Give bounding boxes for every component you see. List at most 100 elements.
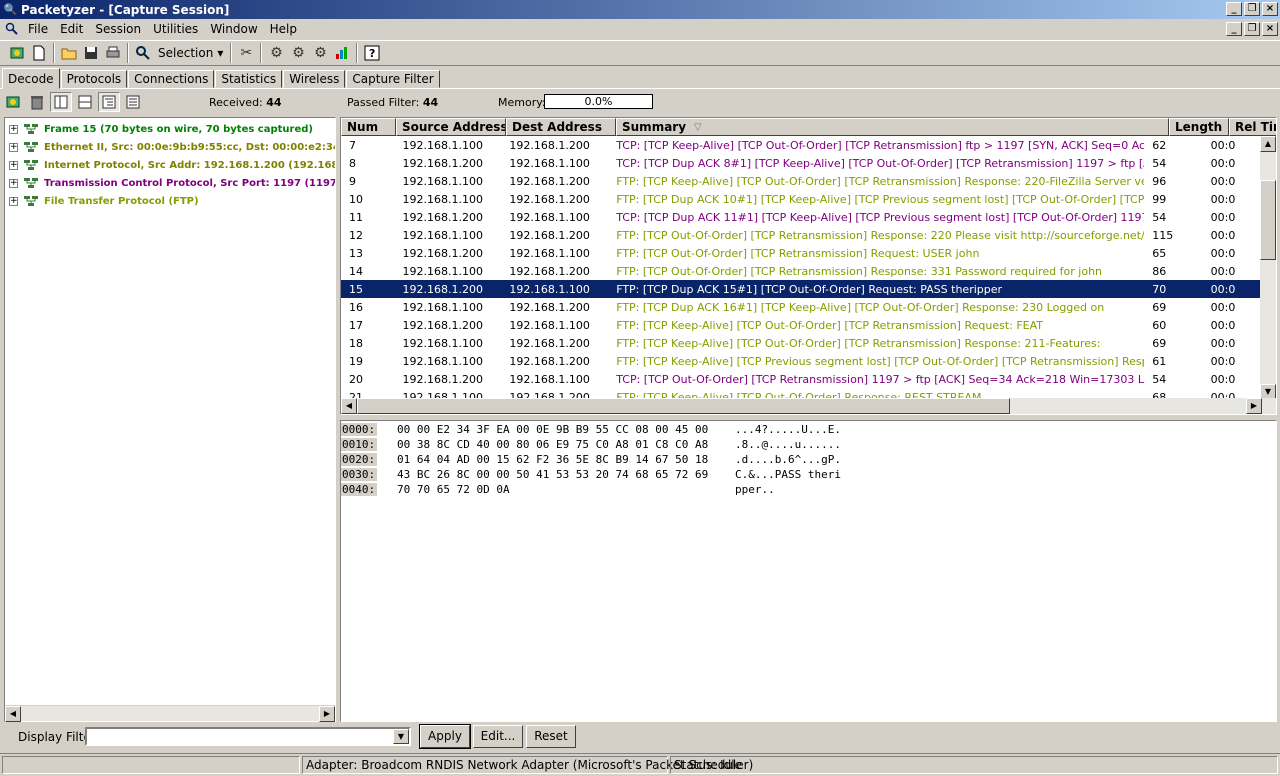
tree-view-icon[interactable] <box>98 92 120 112</box>
column-header-length[interactable]: Length <box>1169 118 1229 136</box>
scissors-icon[interactable]: ✂ <box>235 42 257 64</box>
packet-dest: 192.168.1.100 <box>509 372 590 386</box>
menu-session[interactable]: Session <box>89 22 147 36</box>
packet-list-vertical-scrollbar[interactable]: ▲ ▼ <box>1260 136 1276 400</box>
expand-icon[interactable]: + <box>9 196 18 206</box>
search-icon[interactable] <box>132 42 154 64</box>
tab-connections[interactable]: Connections <box>128 70 215 88</box>
menu-window[interactable]: Window <box>204 22 263 36</box>
column-header-dest[interactable]: Dest Address <box>506 118 616 136</box>
packet-row[interactable]: 14 192.168.1.100 192.168.1.200 FTP: [TCP Ou… <box>341 262 1261 280</box>
packet-row[interactable]: 8 192.168.1.200 192.168.1.100 TCP: [TCP Dup… <box>341 154 1261 172</box>
tree-node[interactable]: + Transmission Control Protocol, Src Port… <box>5 174 335 192</box>
menu-edit[interactable]: Edit <box>54 22 89 36</box>
new-capture-icon[interactable] <box>6 42 28 64</box>
packet-row[interactable]: 19 192.168.1.100 192.168.1.200 FTP: [TCP Ke… <box>341 352 1261 370</box>
apply-button[interactable]: Apply <box>419 724 471 749</box>
hex-row[interactable]: 0030: 43 BC 26 8C 00 00 50 41 53 53 20 74… <box>341 467 1276 482</box>
packet-row[interactable]: 7 192.168.1.100 192.168.1.200 TCP: [TCP Kee… <box>341 136 1261 154</box>
minimize-button[interactable]: _ <box>1226 2 1242 16</box>
hex-row[interactable]: 0000: 00 00 E2 34 3F EA 00 0E 9B B9 55 CC… <box>341 422 1276 437</box>
help-icon[interactable]: ? <box>361 42 383 64</box>
tree-node[interactable]: + Frame 15 (70 bytes on wire, 70 bytes ca… <box>5 120 335 138</box>
chart-icon[interactable] <box>331 42 353 64</box>
reset-button[interactable]: Reset <box>526 725 576 748</box>
start-capture-icon[interactable]: ⚙ <box>287 42 309 64</box>
packet-rel-time: 00:0 <box>1210 156 1236 170</box>
expand-icon[interactable]: + <box>9 142 18 152</box>
tree-horizontal-scrollbar[interactable]: ◀ ▶ <box>5 705 335 722</box>
scroll-right-icon[interactable]: ▶ <box>1246 398 1262 414</box>
display-filter-input[interactable]: ▼ <box>85 727 411 746</box>
column-header-source[interactable]: Source Address <box>396 118 506 136</box>
expand-icon[interactable]: + <box>9 124 18 134</box>
trash-icon[interactable] <box>26 92 48 112</box>
packet-num: 17 <box>349 318 363 332</box>
tab-statistics[interactable]: Statistics <box>215 70 283 88</box>
packet-list-horizontal-scrollbar[interactable]: ◀ ▶ <box>341 398 1276 414</box>
hex-bytes: 01 64 04 AD 00 15 62 F2 36 5E 8C B9 14 6… <box>397 453 709 466</box>
packet-length: 61 <box>1152 354 1167 368</box>
doc-restore-button[interactable]: ❐ <box>1244 22 1260 36</box>
packet-row[interactable]: 11 192.168.1.200 192.168.1.100 TCP: [TCP Du… <box>341 208 1261 226</box>
doc-minimize-button[interactable]: _ <box>1226 22 1242 36</box>
expand-icon[interactable]: + <box>9 160 18 170</box>
tab-wireless[interactable]: Wireless <box>283 70 346 88</box>
expand-icon[interactable]: + <box>9 178 18 188</box>
selection-dropdown[interactable]: Selection ▾ <box>154 46 227 60</box>
packet-row[interactable]: 9 192.168.1.100 192.168.1.200 FTP: [TCP Kee… <box>341 172 1261 190</box>
hex-row[interactable]: 0020: 01 64 04 AD 00 15 62 F2 36 5E 8C B9… <box>341 452 1276 467</box>
packet-row[interactable]: 17 192.168.1.200 192.168.1.100 FTP: [TCP Ke… <box>341 316 1261 334</box>
menu-file[interactable]: File <box>22 22 54 36</box>
save-icon[interactable] <box>80 42 102 64</box>
column-header-rel-time[interactable]: Rel Time <box>1229 118 1276 136</box>
new-document-icon[interactable] <box>28 42 50 64</box>
print-icon[interactable] <box>102 42 124 64</box>
list-view-icon[interactable] <box>122 92 144 112</box>
scroll-up-icon[interactable]: ▲ <box>1260 136 1276 152</box>
scroll-left-icon[interactable]: ◀ <box>5 706 21 722</box>
menu-help[interactable]: Help <box>264 22 303 36</box>
packet-row[interactable]: 20 192.168.1.200 192.168.1.100 TCP: [TCP Ou… <box>341 370 1261 388</box>
hex-row[interactable]: 0040: 70 70 65 72 0D 0A pper.. <box>341 482 1276 497</box>
capture-options-icon[interactable]: ⚙ <box>265 42 287 64</box>
doc-close-button[interactable]: × <box>1262 22 1278 36</box>
packet-summary: FTP: [TCP Out-Of-Order] [TCP Retransmiss… <box>616 264 1103 278</box>
toolbar-separator <box>356 43 359 63</box>
tab-decode[interactable]: Decode <box>2 68 60 89</box>
document-icon[interactable] <box>4 21 20 37</box>
menu-utilities[interactable]: Utilities <box>147 22 204 36</box>
split-horizontal-icon[interactable] <box>74 92 96 112</box>
chevron-down-icon[interactable]: ▼ <box>393 729 409 744</box>
open-folder-icon[interactable] <box>58 42 80 64</box>
scroll-right-icon[interactable]: ▶ <box>319 706 335 722</box>
packet-row[interactable]: 12 192.168.1.100 192.168.1.200 FTP: [TCP Ou… <box>341 226 1261 244</box>
tab-protocols[interactable]: Protocols <box>60 70 128 88</box>
tree-node-label: Ethernet II, Src: 00:0e:9b:b9:55:cc, Dst… <box>44 141 335 153</box>
stop-capture-icon[interactable]: ⚙ <box>309 42 331 64</box>
tab-capture-filter[interactable]: Capture Filter <box>346 70 440 88</box>
packet-source: 192.168.1.200 <box>402 282 484 296</box>
packet-row[interactable]: 13 192.168.1.200 192.168.1.100 FTP: [TCP Ou… <box>341 244 1261 262</box>
scroll-left-icon[interactable]: ◀ <box>341 398 357 414</box>
packet-row[interactable]: 15 192.168.1.200 192.168.1.100 FTP: [TCP Du… <box>341 280 1261 298</box>
refresh-capture-icon[interactable] <box>2 92 24 112</box>
toolbar-separator <box>260 43 263 63</box>
tree-node-label: Frame 15 (70 bytes on wire, 70 bytes cap… <box>44 123 313 135</box>
packet-row[interactable]: 10 192.168.1.100 192.168.1.200 FTP: [TCP Du… <box>341 190 1261 208</box>
column-header-num[interactable]: Num <box>341 118 396 136</box>
tree-node[interactable]: + Ethernet II, Src: 00:0e:9b:b9:55:cc, Ds… <box>5 138 335 156</box>
hex-row[interactable]: 0010: 00 38 8C CD 40 00 80 06 E9 75 C0 A8… <box>341 437 1276 452</box>
tree-node[interactable]: + Internet Protocol, Src Addr: 192.168.1.… <box>5 156 335 174</box>
horizontal-scroll-thumb[interactable] <box>357 398 1010 414</box>
vertical-scroll-thumb[interactable] <box>1260 180 1276 260</box>
close-button[interactable]: × <box>1262 2 1278 16</box>
column-header-summary[interactable]: Summary ▽ <box>616 118 1169 136</box>
packet-row[interactable]: 18 192.168.1.100 192.168.1.200 FTP: [TCP Ke… <box>341 334 1261 352</box>
split-vertical-icon[interactable] <box>50 92 72 112</box>
restore-button[interactable]: ❐ <box>1244 2 1260 16</box>
edit-button[interactable]: Edit... <box>473 725 523 748</box>
packet-dest: 192.168.1.100 <box>509 318 590 332</box>
packet-row[interactable]: 16 192.168.1.100 192.168.1.200 FTP: [TCP Du… <box>341 298 1261 316</box>
tree-node[interactable]: + File Transfer Protocol (FTP) <box>5 192 335 210</box>
